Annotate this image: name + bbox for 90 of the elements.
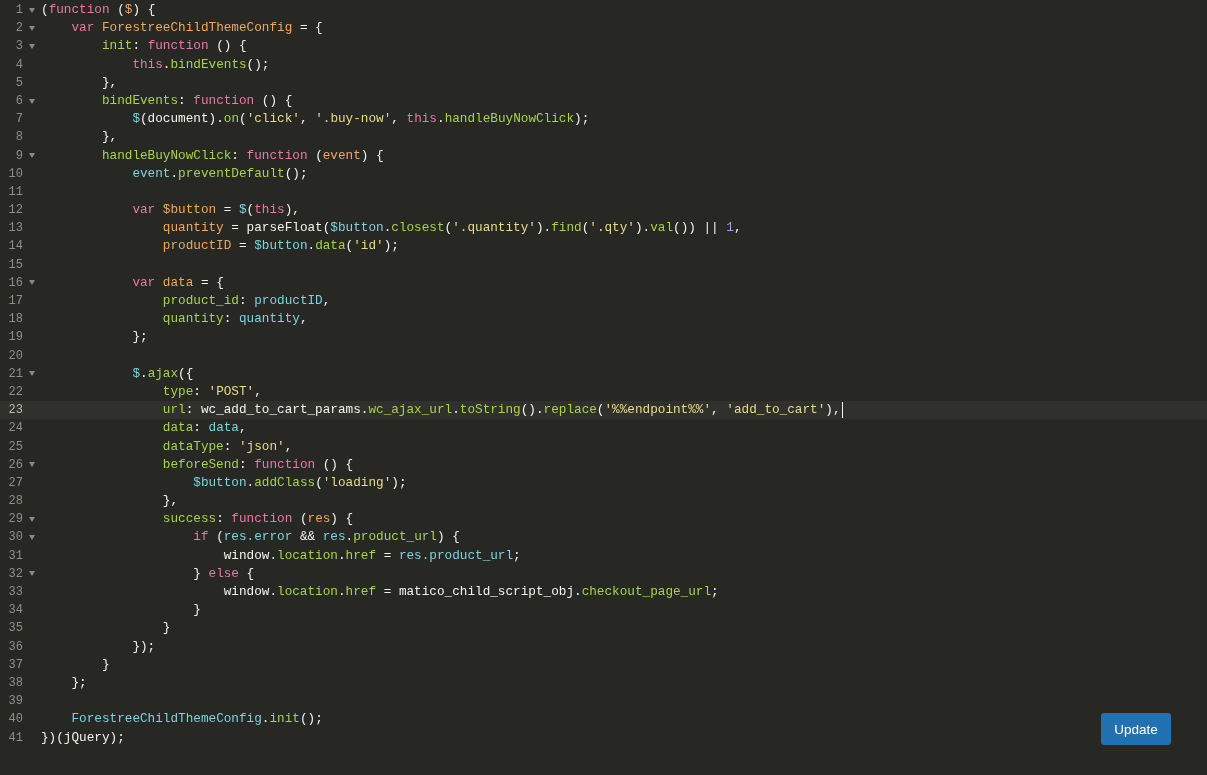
line-number: 17 <box>7 293 23 310</box>
line-number: 31 <box>7 547 23 565</box>
code-line: var $button = $(this), <box>132 201 300 220</box>
fold-triangle-icon[interactable] <box>29 98 35 104</box>
line-number: 12 <box>7 202 23 220</box>
line-number: 33 <box>7 584 23 601</box>
code-line: } <box>101 655 110 674</box>
code-line: }, <box>101 73 118 92</box>
code-line: url: wc_add_to_cart_params.wc_ajax_url.toString().replace('%%endpoint%%', 'add_to_cart'), <box>162 401 843 420</box>
code-line: window.location.href = res.product_url; <box>223 546 521 565</box>
code-line: product_id: productID, <box>162 292 331 310</box>
line-number: 26 <box>7 456 23 474</box>
code-line: (function ($) { <box>41 1 156 19</box>
line-number: 35 <box>7 620 23 638</box>
fold-triangle-icon[interactable] <box>29 462 35 468</box>
code-line: init: function () { <box>101 37 247 56</box>
fold-triangle-icon[interactable] <box>29 7 35 13</box>
code-line: beforeSend: function () { <box>162 455 354 474</box>
code-line: $.ajax({ <box>132 364 194 383</box>
line-number: 21 <box>7 365 23 383</box>
fold-triangle-icon[interactable] <box>29 43 35 49</box>
code-line: } else { <box>193 564 255 583</box>
line-number: 5 <box>14 74 23 92</box>
line-number: 28 <box>7 493 23 511</box>
code-line: handleBuyNowClick: function (event) { <box>101 146 384 165</box>
line-number: 22 <box>7 383 23 401</box>
code-line: type: 'POST', <box>162 382 262 401</box>
line-number: 36 <box>7 638 23 656</box>
code-line: window.location.href = matico_child_script_obj.checkout_page_url; <box>223 583 719 601</box>
code-line: })(jQuery); <box>41 728 125 747</box>
line-number: 9 <box>14 147 23 165</box>
fold-triangle-icon[interactable] <box>29 25 35 31</box>
code-line: } <box>193 601 201 620</box>
line-number: 15 <box>7 256 23 274</box>
line-number: 23 <box>7 402 23 420</box>
code-line: }; <box>132 328 148 347</box>
code-line: quantity: quantity, <box>162 310 308 329</box>
line-number: 19 <box>7 329 23 347</box>
line-number: 25 <box>7 438 23 456</box>
code-line: $button.addClass('loading'); <box>193 473 407 492</box>
code-line: }); <box>132 637 156 656</box>
line-number: 14 <box>7 238 23 256</box>
line-number: 38 <box>7 674 23 692</box>
line-number: 18 <box>7 311 23 329</box>
line-number: 20 <box>7 347 23 365</box>
line-number: 29 <box>7 511 23 529</box>
fold-triangle-icon[interactable] <box>29 535 35 541</box>
line-number: 6 <box>14 92 23 110</box>
line-number: 30 <box>7 529 23 547</box>
fold-triangle-icon[interactable] <box>29 153 35 159</box>
code-line: this.bindEvents(); <box>132 55 270 74</box>
line-number: 1 <box>14 2 23 19</box>
line-number: 8 <box>14 129 23 147</box>
code-line: productID = $button.data('id'); <box>162 237 399 256</box>
fold-triangle-icon[interactable] <box>29 280 35 286</box>
line-number: 27 <box>7 474 23 492</box>
code-line: quantity = parseFloat($button.closest('.quantity').find('.qty').val()) || 1, <box>162 219 742 238</box>
line-number: 10 <box>7 165 23 183</box>
code-line: data: data, <box>162 419 247 438</box>
line-number: 7 <box>14 111 23 129</box>
line-number: 39 <box>7 693 23 711</box>
line-number: 11 <box>7 183 23 201</box>
line-number: 13 <box>7 220 23 238</box>
code-line: success: function (res) { <box>162 510 354 529</box>
line-number: 16 <box>7 274 23 292</box>
code-line: var ForestreeChildThemeConfig = { <box>71 19 323 38</box>
line-number: 24 <box>7 420 23 438</box>
update-button[interactable]: Update <box>1101 713 1171 745</box>
code-line: var data = { <box>132 273 224 292</box>
code-line: dataType: 'json', <box>162 437 293 456</box>
code-line: ForestreeChildThemeConfig.init(); <box>71 710 323 729</box>
code-line: bindEvents: function () { <box>101 91 293 110</box>
fold-triangle-icon[interactable] <box>29 371 35 377</box>
line-number: 2 <box>14 20 23 38</box>
fold-triangle-icon[interactable] <box>29 571 35 577</box>
line-number: 37 <box>7 656 23 674</box>
line-number: 32 <box>7 565 23 583</box>
code-line: $(document).on('click', '.buy-now', this.handleBuyNowClick); <box>132 110 590 129</box>
line-number: 40 <box>7 711 23 729</box>
line-number: 41 <box>7 729 23 747</box>
code-line: event.preventDefault(); <box>132 164 308 183</box>
line-number: 3 <box>14 38 23 56</box>
code-line: }, <box>101 128 118 147</box>
code-line: }, <box>162 492 179 511</box>
line-number: 34 <box>7 602 23 620</box>
code-line: }; <box>71 673 87 692</box>
code-line: if (res.error && res.product_url) { <box>193 528 460 547</box>
line-number: 4 <box>14 56 23 74</box>
fold-triangle-icon[interactable] <box>29 516 35 522</box>
code-line: } <box>162 619 171 638</box>
